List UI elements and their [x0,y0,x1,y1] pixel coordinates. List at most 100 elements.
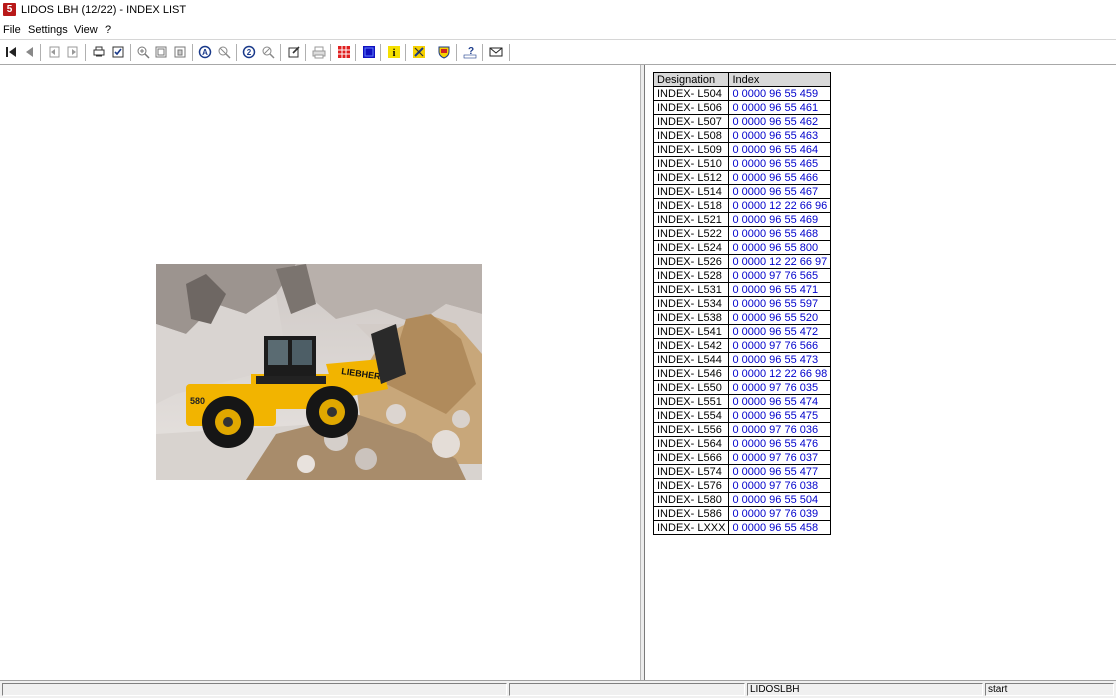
table-row[interactable]: INDEX- L546 0 0000 12 22 66 98 [652,366,832,381]
info-icon[interactable]: i [386,44,402,60]
table-row[interactable]: INDEX- L522 0 0000 96 55 468 [652,226,832,241]
help-icon[interactable]: ? [462,44,478,60]
table-row[interactable]: INDEX- L531 0 0000 96 55 471 [652,282,832,297]
zoom-in-icon[interactable] [135,44,151,60]
designation-cell: INDEX- L514 [652,184,730,199]
table-row[interactable]: INDEX- L541 0 0000 96 55 472 [652,324,832,339]
table-row[interactable]: INDEX- LXXX 0 0000 96 55 458 [652,520,832,535]
printer-icon[interactable] [311,44,327,60]
index-link[interactable]: 0 0000 97 76 039 [728,506,832,521]
table-row[interactable]: INDEX- L554 0 0000 96 55 475 [652,408,832,423]
index-link[interactable]: 0 0000 97 76 035 [728,380,832,395]
index-link[interactable]: 0 0000 96 55 466 [728,170,832,185]
index-link[interactable]: 0 0000 96 55 471 [728,282,832,297]
index-link[interactable]: 0 0000 96 55 463 [728,128,832,143]
index-link[interactable]: 0 0000 97 76 565 [728,268,832,283]
index-link[interactable]: 0 0000 96 55 458 [728,520,832,535]
table-row[interactable]: INDEX- L507 0 0000 96 55 462 [652,114,832,129]
table-row[interactable]: INDEX- L521 0 0000 96 55 469 [652,212,832,227]
index-link[interactable]: 0 0000 96 55 468 [728,226,832,241]
table-row[interactable]: INDEX- L550 0 0000 97 76 035 [652,380,832,395]
table-row[interactable]: INDEX- L556 0 0000 97 76 036 [652,422,832,437]
previous-record-icon[interactable] [21,44,37,60]
table-row[interactable]: INDEX- L512 0 0000 96 55 466 [652,170,832,185]
index-link[interactable]: 0 0000 96 55 474 [728,394,832,409]
index-link[interactable]: 0 0000 12 22 66 98 [728,366,832,381]
index-link[interactable]: 0 0000 96 55 472 [728,324,832,339]
table-row[interactable]: INDEX- L564 0 0000 96 55 476 [652,436,832,451]
svg-text:2: 2 [247,48,252,57]
table-row[interactable]: INDEX- L576 0 0000 97 76 038 [652,478,832,493]
search-number-icon[interactable]: 2 [241,44,257,60]
table-row[interactable]: INDEX- L509 0 0000 96 55 464 [652,142,832,157]
search-a-icon[interactable]: A [197,44,213,60]
table-row[interactable]: INDEX- L586 0 0000 97 76 039 [652,506,832,521]
shield-icon[interactable] [436,44,452,60]
menu-help[interactable]: ? [105,24,111,36]
index-link[interactable]: 0 0000 96 55 465 [728,156,832,171]
table-row[interactable]: INDEX- L510 0 0000 96 55 465 [652,156,832,171]
zoom-page-icon[interactable] [172,44,188,60]
table-row[interactable]: INDEX- L580 0 0000 96 55 504 [652,492,832,507]
designation-cell: INDEX- L551 [652,394,730,409]
table-row[interactable]: INDEX- L566 0 0000 97 76 037 [652,450,832,465]
toolbar-separator [40,44,41,61]
index-link[interactable]: 0 0000 96 55 459 [728,86,832,101]
index-link[interactable]: 0 0000 12 22 66 96 [728,198,832,213]
table-row[interactable]: INDEX- L538 0 0000 96 55 520 [652,310,832,325]
index-link[interactable]: 0 0000 97 76 566 [728,338,832,353]
table-row[interactable]: INDEX- L518 0 0000 12 22 66 96 [652,198,832,213]
menu-settings[interactable]: Settings [28,24,68,36]
first-record-icon[interactable] [3,44,19,60]
designation-cell: INDEX- L509 [652,142,730,157]
index-link[interactable]: 0 0000 96 55 469 [728,212,832,227]
index-link[interactable]: 0 0000 12 22 66 97 [728,254,832,269]
menu-view[interactable]: View [74,24,98,36]
designation-cell: INDEX- L524 [652,240,730,255]
index-link[interactable]: 0 0000 96 55 477 [728,464,832,479]
mail-icon[interactable] [488,44,504,60]
index-link[interactable]: 0 0000 97 76 036 [728,422,832,437]
table-row[interactable]: INDEX- L524 0 0000 96 55 800 [652,240,832,255]
zoom-fit-icon[interactable] [153,44,169,60]
table-row[interactable]: INDEX- L542 0 0000 97 76 566 [652,338,832,353]
index-link[interactable]: 0 0000 97 76 037 [728,450,832,465]
table-row[interactable]: INDEX- L504 0 0000 96 55 459 [652,86,832,101]
index-link[interactable]: 0 0000 96 55 462 [728,114,832,129]
table-row[interactable]: INDEX- L528 0 0000 97 76 565 [652,268,832,283]
blue-square-icon[interactable] [361,44,377,60]
index-link[interactable]: 0 0000 97 76 038 [728,478,832,493]
table-row[interactable]: INDEX- L526 0 0000 12 22 66 97 [652,254,832,269]
table-row[interactable]: INDEX- L534 0 0000 96 55 597 [652,296,832,311]
wheel-loader-photo: LIEBHERR 580 [156,264,482,480]
back-page-icon[interactable] [46,44,62,60]
tools-icon[interactable] [411,44,427,60]
status-start: start [985,683,1114,696]
index-link[interactable]: 0 0000 96 55 800 [728,240,832,255]
index-link[interactable]: 0 0000 96 55 473 [728,352,832,367]
table-row[interactable]: INDEX- L514 0 0000 96 55 467 [652,184,832,199]
table-row[interactable]: INDEX- L544 0 0000 96 55 473 [652,352,832,367]
designation-cell: INDEX- L510 [652,156,730,171]
index-link[interactable]: 0 0000 96 55 504 [728,492,832,507]
index-link[interactable]: 0 0000 96 55 597 [728,296,832,311]
index-link[interactable]: 0 0000 96 55 467 [728,184,832,199]
index-link[interactable]: 0 0000 96 55 476 [728,436,832,451]
index-link[interactable]: 0 0000 96 55 464 [728,142,832,157]
menu-file[interactable]: File [3,24,21,36]
lidos-app-icon[interactable]: 5 [3,3,16,16]
print-list-icon[interactable] [91,44,107,60]
index-link[interactable]: 0 0000 96 55 461 [728,100,832,115]
grid-view-icon[interactable] [336,44,352,60]
index-link[interactable]: 0 0000 96 55 475 [728,408,832,423]
index-link[interactable]: 0 0000 96 55 520 [728,310,832,325]
search-reset-icon[interactable] [260,44,276,60]
table-row[interactable]: INDEX- L508 0 0000 96 55 463 [652,128,832,143]
table-row[interactable]: INDEX- L506 0 0000 96 55 461 [652,100,832,115]
checklist-icon[interactable] [110,44,126,60]
edit-icon[interactable] [286,44,302,60]
table-row[interactable]: INDEX- L551 0 0000 96 55 474 [652,394,832,409]
table-row[interactable]: INDEX- L574 0 0000 96 55 477 [652,464,832,479]
forward-page-icon[interactable] [65,44,81,60]
search-clear-icon[interactable] [216,44,232,60]
